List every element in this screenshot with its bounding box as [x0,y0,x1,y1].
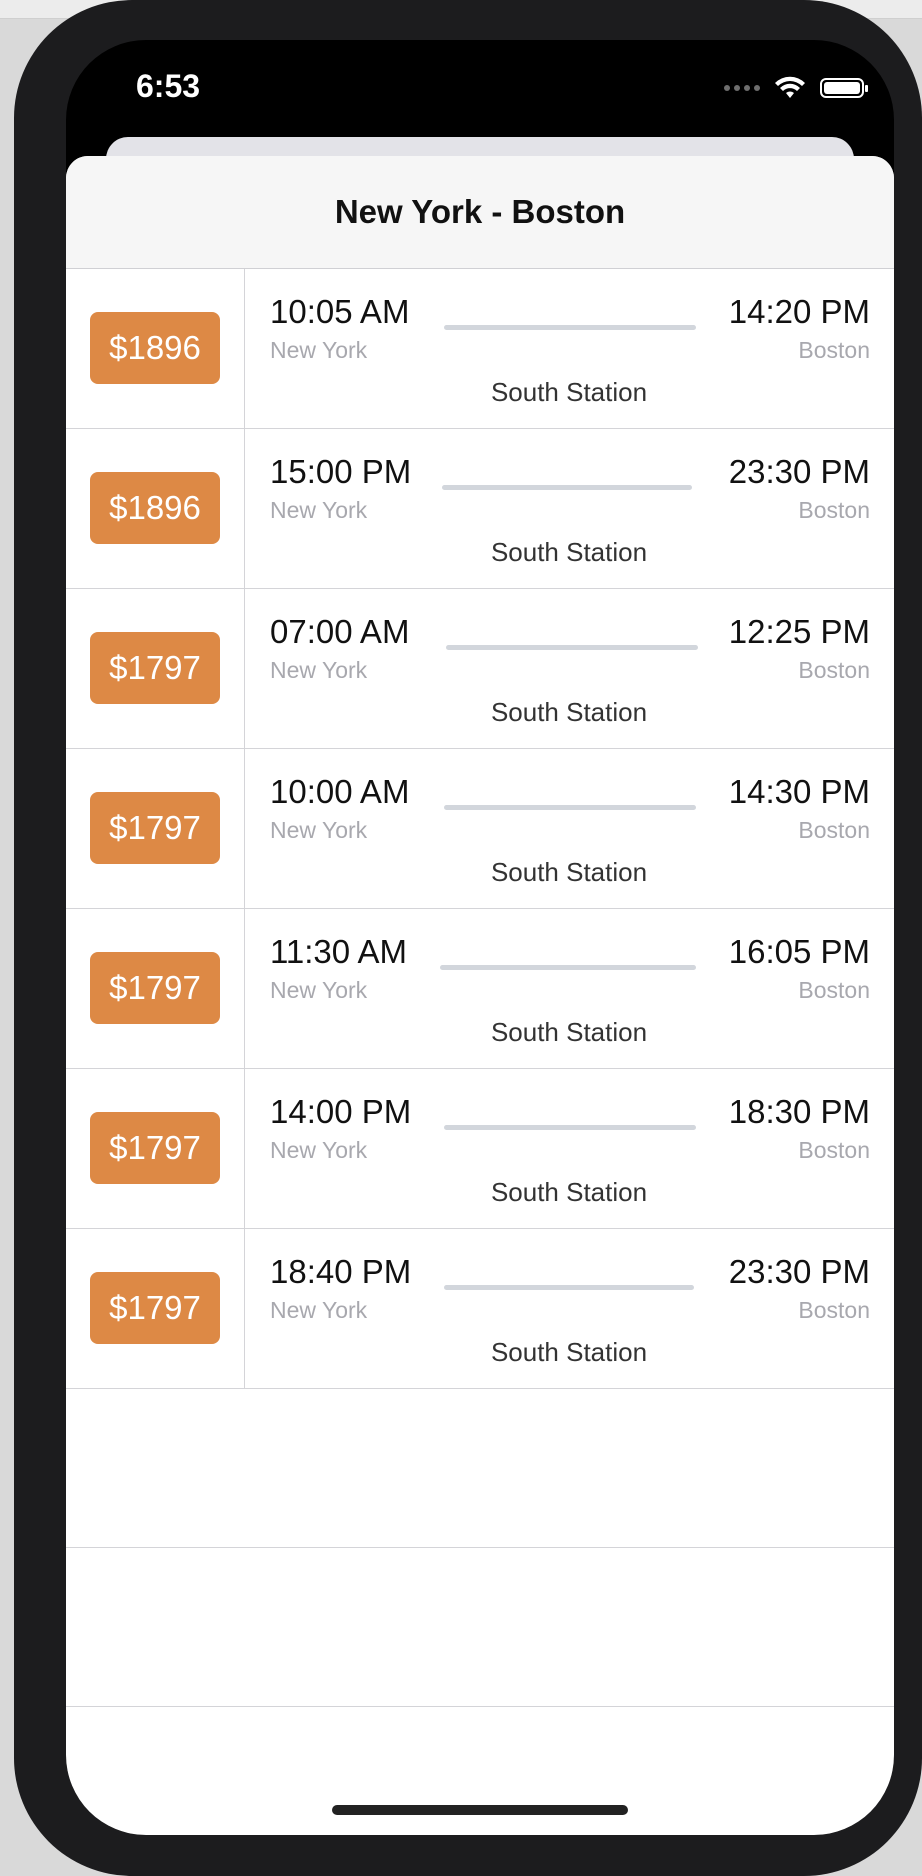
departure-city: New York [270,657,368,683]
home-indicator[interactable] [332,1805,628,1815]
price-button[interactable]: $1797 [90,632,220,704]
departure-time: 15:00 PM [270,453,412,490]
status-time: 6:53 [136,68,201,104]
arrival-time: 16:05 PM [728,933,870,970]
arrival-time: 12:25 PM [728,613,870,650]
station-name: South Station [490,1017,648,1047]
station-name: South Station [490,697,648,727]
price-button[interactable]: $1797 [90,952,220,1024]
station-name: South Station [490,1177,648,1207]
arrival-city: Boston [798,1297,870,1323]
empty-row [66,1548,894,1707]
trip-row[interactable]: $1797 11:30 AM New York 16:05 PM Boston … [66,909,894,1069]
arrival-time: 23:30 PM [728,1253,870,1290]
page-title: New York - Boston [334,193,626,230]
arrival-time: 18:30 PM [728,1093,870,1130]
station-name: South Station [490,377,648,407]
departure-city: New York [270,817,368,843]
departure-time: 18:40 PM [270,1253,412,1290]
arrival-city: Boston [798,657,870,683]
sheet-header: New York - Boston [66,156,894,269]
price-cell: $1797 [66,589,245,748]
route-line [444,1125,696,1130]
arrival-city: Boston [798,817,870,843]
trip-row[interactable]: $1896 15:00 PM New York 23:30 PM Boston … [66,429,894,589]
price-button[interactable]: $1797 [90,792,220,864]
route-line [446,645,698,650]
station-name: South Station [490,857,648,887]
departure-time: 10:05 AM [270,293,410,330]
route-line [442,485,692,490]
departure-time: 11:30 AM [270,933,407,970]
trip-row[interactable]: $1797 10:00 AM New York 14:30 PM Boston … [66,749,894,909]
price-button[interactable]: $1896 [90,312,220,384]
trip-row[interactable]: $1797 14:00 PM New York 18:30 PM Boston … [66,1069,894,1229]
phone-frame: 6:53 New York - Boston $1896 10:05 AM Ne… [14,0,922,1876]
price-button[interactable]: $1797 [90,1112,220,1184]
wifi-icon [775,76,805,98]
price-cell: $1896 [66,269,245,428]
departure-city: New York [270,1297,368,1323]
route-line [444,805,696,810]
arrival-time: 14:30 PM [728,773,870,810]
trip-list: $1896 10:05 AM New York 14:20 PM Boston … [66,269,894,1707]
departure-time: 14:00 PM [270,1093,412,1130]
cellular-signal-icon [724,85,760,91]
trip-row[interactable]: $1797 18:40 PM New York 23:30 PM Boston … [66,1229,894,1389]
price-cell: $1896 [66,429,245,588]
price-button[interactable]: $1896 [90,472,220,544]
departure-city: New York [270,1137,368,1163]
battery-icon [820,78,868,98]
departure-time: 07:00 AM [270,613,410,650]
trip-row[interactable]: $1797 07:00 AM New York 12:25 PM Boston … [66,589,894,749]
station-name: South Station [490,1337,648,1367]
route-line [444,1285,694,1290]
notch [249,40,711,106]
arrival-city: Boston [798,497,870,523]
trip-sheet: New York - Boston $1896 10:05 AM New Yor… [66,156,894,1835]
price-cell: $1797 [66,909,245,1068]
price-button[interactable]: $1797 [90,1272,220,1344]
price-cell: $1797 [66,1229,245,1388]
departure-time: 10:00 AM [270,773,410,810]
price-cell: $1797 [66,1069,245,1228]
status-icons [724,76,868,100]
departure-city: New York [270,977,368,1003]
arrival-time: 14:20 PM [728,293,870,330]
station-name: South Station [490,537,648,567]
route-line [444,325,696,330]
arrival-city: Boston [798,337,870,363]
route-line [440,965,696,970]
phone-screen: 6:53 New York - Boston $1896 10:05 AM Ne… [66,40,894,1835]
arrival-city: Boston [798,977,870,1003]
trip-row[interactable]: $1896 10:05 AM New York 14:20 PM Boston … [66,269,894,429]
arrival-time: 23:30 PM [728,453,870,490]
price-cell: $1797 [66,749,245,908]
arrival-city: Boston [798,1137,870,1163]
empty-row [66,1389,894,1548]
departure-city: New York [270,337,368,363]
departure-city: New York [270,497,368,523]
